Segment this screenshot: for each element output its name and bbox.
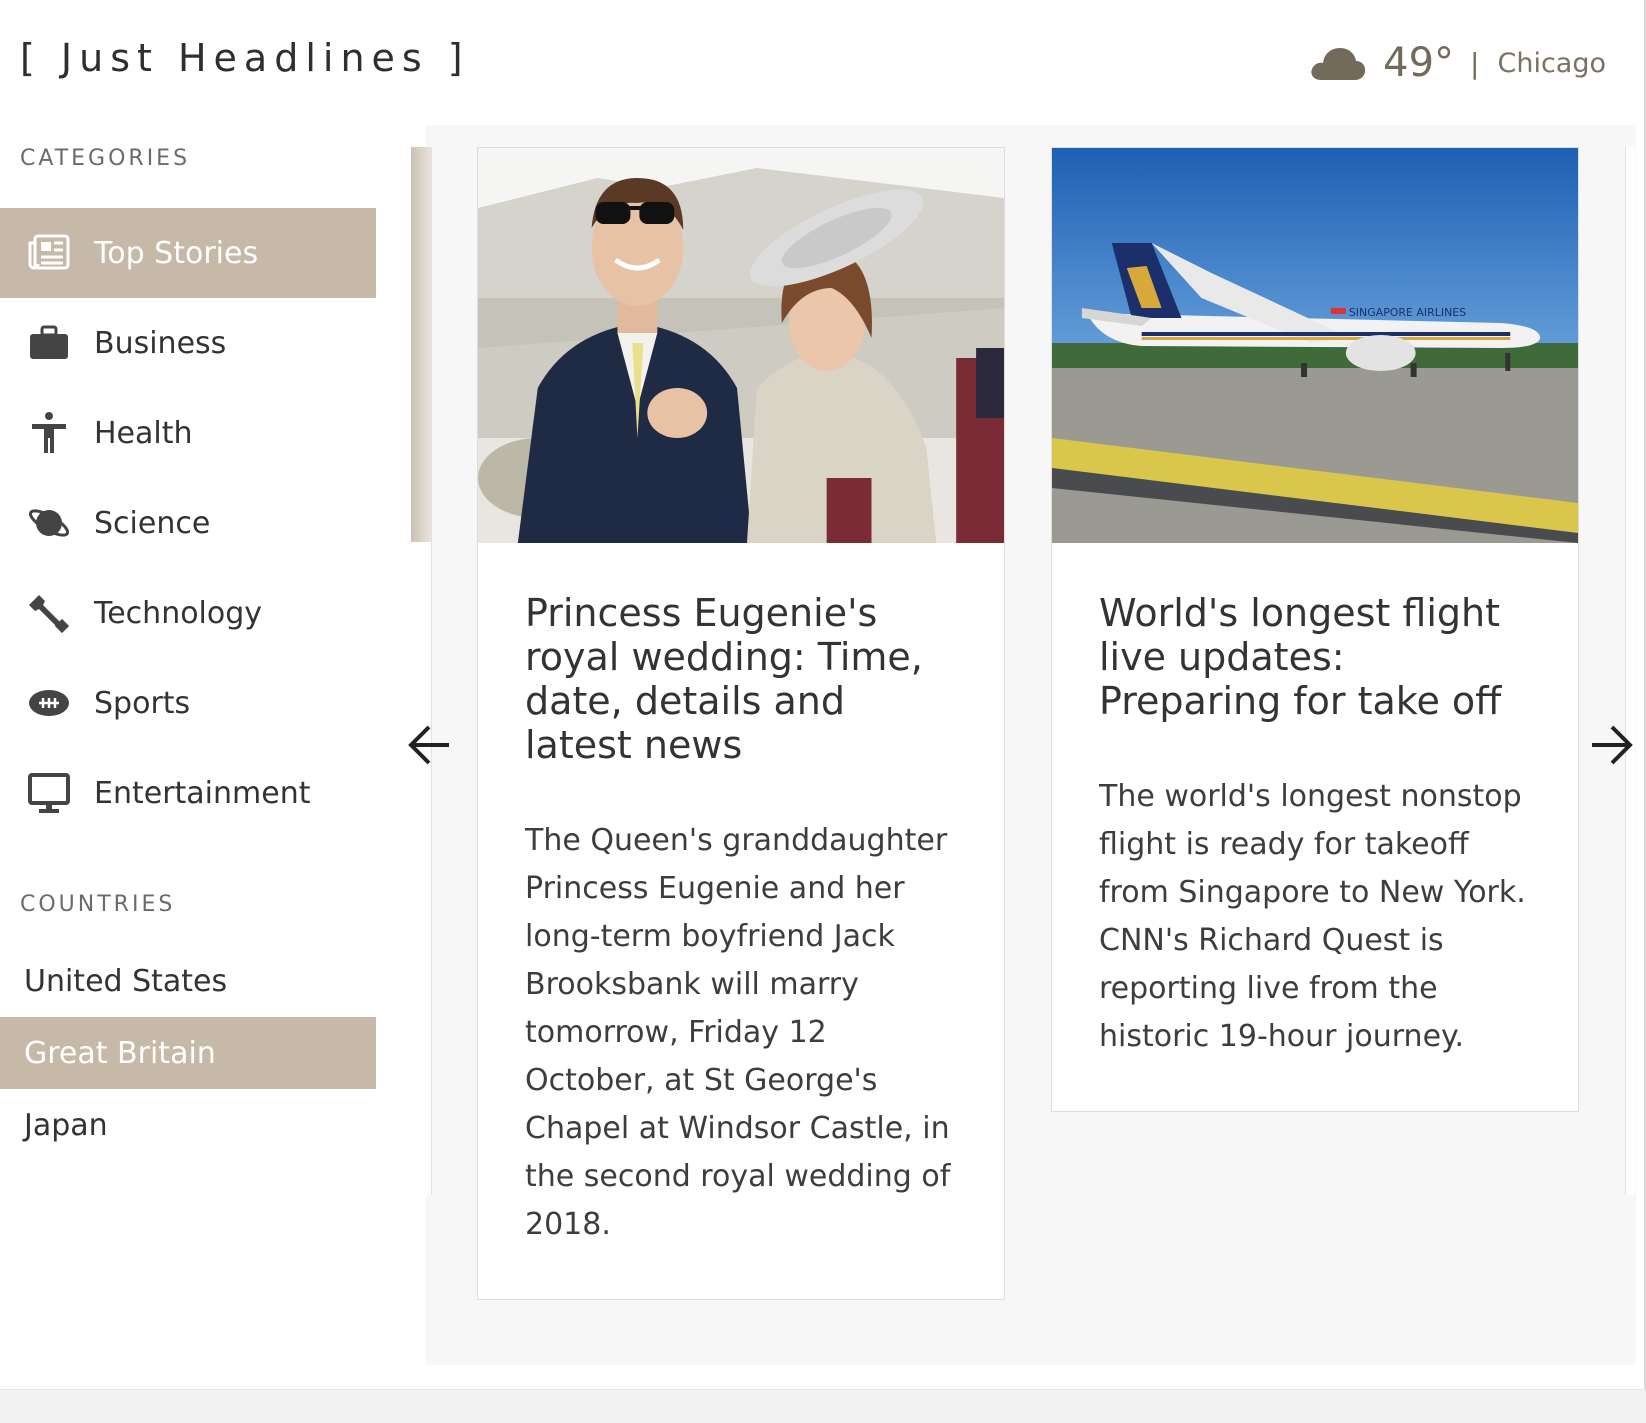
country-item-united-states[interactable]: United States <box>0 945 376 1017</box>
category-label: Science <box>94 505 211 541</box>
article-headline[interactable]: World's longest flight live updates: Pre… <box>1099 591 1532 723</box>
next-card-peek[interactable] <box>1625 147 1635 1195</box>
country-item-great-britain[interactable]: Great Britain <box>0 1017 376 1089</box>
countries-title: COUNTRIES <box>20 892 176 917</box>
category-label: Entertainment <box>94 775 311 811</box>
country-list: United States Great Britain Japan <box>0 945 376 1161</box>
category-item-sports[interactable]: Sports <box>0 658 376 748</box>
newspaper-icon <box>26 230 72 276</box>
category-list: Top Stories Business Health Science Tech… <box>0 208 376 838</box>
category-item-technology[interactable]: Technology <box>0 568 376 658</box>
article-summary: The Queen's granddaughter Princess Eugen… <box>525 823 951 1242</box>
cloud-icon <box>1311 48 1366 80</box>
briefcase-icon <box>26 320 72 366</box>
previous-card-image <box>411 147 431 542</box>
football-icon <box>26 680 72 726</box>
wrench-icon <box>26 590 72 636</box>
article-card[interactable]: Princess Eugenie's royal wedding: Time, … <box>477 147 1005 1300</box>
category-item-business[interactable]: Business <box>0 298 376 388</box>
category-label: Business <box>94 325 227 361</box>
temperature: 49° <box>1383 40 1455 86</box>
planet-icon <box>26 500 72 546</box>
category-label: Health <box>94 415 193 451</box>
article-photo <box>478 148 1004 543</box>
weather-separator: | <box>1470 46 1480 80</box>
monitor-icon <box>26 770 72 816</box>
bottom-bar <box>0 1389 1646 1423</box>
category-item-entertainment[interactable]: Entertainment <box>0 748 376 838</box>
previous-card-peek[interactable] <box>411 147 432 1195</box>
app-logo[interactable]: [ Just Headlines ] <box>20 36 470 80</box>
weather-widget: 49° | Chicago <box>1309 36 1606 90</box>
category-item-health[interactable]: Health <box>0 388 376 478</box>
category-label: Sports <box>94 685 191 721</box>
city-name[interactable]: Chicago <box>1497 48 1606 79</box>
country-item-japan[interactable]: Japan <box>0 1089 376 1161</box>
article-card[interactable]: SINGAPORE AIRLINES World's longest fligh… <box>1051 147 1579 1112</box>
category-label: Technology <box>94 595 263 631</box>
category-label: Top Stories <box>94 235 259 271</box>
carousel-previous-arrow-icon[interactable] <box>407 723 451 767</box>
categories-title: CATEGORIES <box>20 146 191 171</box>
plane-livery-text: SINGAPORE AIRLINES <box>1349 306 1466 319</box>
person-icon <box>26 410 72 456</box>
carousel-next-arrow-icon[interactable] <box>1590 723 1634 767</box>
article-photo: SINGAPORE AIRLINES <box>1052 148 1578 543</box>
article-summary: The world's longest nonstop flight is re… <box>1099 779 1526 1054</box>
category-item-top-stories[interactable]: Top Stories <box>0 208 376 298</box>
article-headline[interactable]: Princess Eugenie's royal wedding: Time, … <box>525 591 958 767</box>
category-item-science[interactable]: Science <box>0 478 376 568</box>
